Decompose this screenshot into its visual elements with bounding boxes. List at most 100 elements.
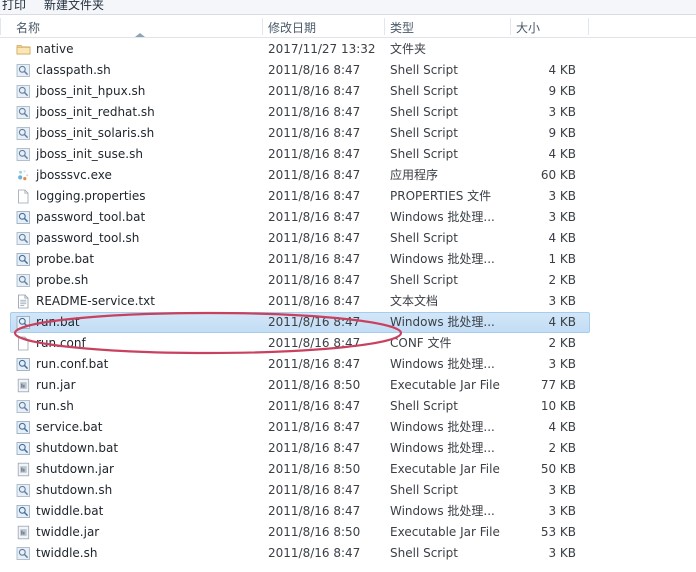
file-size: 2 KB	[548, 336, 576, 350]
file-row[interactable]: README-service.txt 2011/8/16 8:47 文本文档 3 KB	[0, 291, 696, 312]
batch-file-icon	[16, 441, 31, 456]
column-header-size[interactable]: 大小	[516, 19, 540, 36]
file-size: 3 KB	[548, 546, 576, 560]
file-size: 50 KB	[540, 462, 576, 476]
file-date-modified: 2011/8/16 8:50	[268, 462, 361, 476]
file-name: shutdown.jar	[36, 462, 114, 476]
file-name: jboss_init_suse.sh	[36, 147, 143, 161]
column-header-date-modified[interactable]: 修改日期	[268, 19, 316, 36]
file-row[interactable]: shutdown.sh 2011/8/16 8:47 Shell Script 3 K…	[0, 480, 696, 501]
file-name: twiddle.sh	[36, 546, 98, 560]
file-date-modified: 2011/8/16 8:47	[268, 336, 361, 350]
file-row[interactable]: probe.sh 2011/8/16 8:47 Shell Script 2 KB	[0, 270, 696, 291]
file-date-modified: 2011/8/16 8:50	[268, 525, 361, 539]
file-size: 2 KB	[548, 441, 576, 455]
column-divider[interactable]	[588, 18, 589, 35]
new-folder-button[interactable]: 新建文件夹	[44, 0, 104, 13]
file-list[interactable]: native 2017/11/27 13:32 文件夹 classpath.sh 201…	[0, 39, 696, 572]
file-type: Shell Script	[390, 84, 458, 98]
file-name: jbosssvc.exe	[36, 168, 112, 182]
file-row[interactable]: password_tool.bat 2011/8/16 8:47 Windows 批…	[0, 207, 696, 228]
file-row[interactable]: shutdown.bat 2011/8/16 8:47 Windows 批处理...…	[0, 438, 696, 459]
file-name: run.sh	[36, 399, 74, 413]
file-date-modified: 2011/8/16 8:50	[268, 378, 361, 392]
file-name: run.conf	[36, 336, 86, 350]
file-size: 3 KB	[548, 357, 576, 371]
shell-script-icon	[16, 273, 31, 288]
file-row[interactable]: shutdown.jar 2011/8/16 8:50 Executable Jar…	[0, 459, 696, 480]
file-row[interactable]: jboss_init_solaris.sh 2011/8/16 8:47 Shell…	[0, 123, 696, 144]
file-size: 9 KB	[548, 84, 576, 98]
file-row[interactable]: jboss_init_suse.sh 2011/8/16 8:47 Shell Sc…	[0, 144, 696, 165]
file-name: run.conf.bat	[36, 357, 109, 371]
file-row[interactable]: run.sh 2011/8/16 8:47 Shell Script 10 KB	[0, 396, 696, 417]
file-row[interactable]: run.jar 2011/8/16 8:50 Executable Jar File…	[0, 375, 696, 396]
text-document-icon	[16, 294, 31, 309]
file-type: Shell Script	[390, 63, 458, 77]
shell-script-icon	[16, 399, 31, 414]
file-type: 文件夹	[390, 42, 427, 56]
file-date-modified: 2011/8/16 8:47	[268, 189, 361, 203]
file-date-modified: 2017/11/27 13:32	[268, 42, 376, 56]
file-row[interactable]: logging.properties 2011/8/16 8:47 PROPERTI…	[0, 186, 696, 207]
column-header-type[interactable]: 类型	[390, 19, 414, 36]
shell-script-icon	[16, 546, 31, 561]
file-type: Shell Script	[390, 126, 458, 140]
file-size: 3 KB	[548, 105, 576, 119]
file-row[interactable]: jbosssvc.exe 2011/8/16 8:47 应用程序 60 KB	[0, 165, 696, 186]
file-row[interactable]: twiddle.sh 2011/8/16 8:47 Shell Script 3 KB	[0, 543, 696, 564]
file-row[interactable]: probe.bat 2011/8/16 8:47 Windows 批处理... 1 K…	[0, 249, 696, 270]
file-size: 3 KB	[548, 189, 576, 203]
column-header-name[interactable]: 名称	[16, 19, 40, 36]
file-name: twiddle.jar	[36, 525, 100, 539]
shell-script-icon	[16, 105, 31, 120]
explorer-toolbar: 打印 新建文件夹	[0, 0, 696, 15]
file-date-modified: 2011/8/16 8:47	[268, 294, 361, 308]
file-name: probe.sh	[36, 273, 89, 287]
file-row[interactable]: native 2017/11/27 13:32 文件夹	[0, 39, 696, 60]
file-row[interactable]: jboss_init_hpux.sh 2011/8/16 8:47 Shell Sc…	[0, 81, 696, 102]
file-size: 4 KB	[548, 63, 576, 77]
file-row[interactable]: classpath.sh 2011/8/16 8:47 Shell Script 4 …	[0, 60, 696, 81]
column-header-row: 名称 修改日期 类型 大小	[0, 15, 696, 38]
file-date-modified: 2011/8/16 8:47	[268, 252, 361, 266]
file-row[interactable]: service.bat 2011/8/16 8:47 Windows 批处理... 4…	[0, 417, 696, 438]
blank-document-icon	[16, 336, 31, 351]
file-size: 4 KB	[548, 315, 576, 329]
file-row[interactable]: run.conf.bat 2011/8/16 8:47 Windows 批处理...…	[0, 354, 696, 375]
file-name: run.bat	[36, 315, 80, 329]
file-type: Shell Script	[390, 273, 458, 287]
file-size: 4 KB	[548, 420, 576, 434]
column-divider[interactable]	[0, 18, 1, 35]
file-type: Shell Script	[390, 399, 458, 413]
file-size: 3 KB	[548, 210, 576, 224]
file-row[interactable]: twiddle.bat 2011/8/16 8:47 Windows 批处理... 3…	[0, 501, 696, 522]
batch-file-icon	[16, 420, 31, 435]
file-row[interactable]: twiddle.jar 2011/8/16 8:50 Executable Jar …	[0, 522, 696, 543]
file-size: 2 KB	[548, 273, 576, 287]
file-name: jboss_init_redhat.sh	[36, 105, 155, 119]
file-row[interactable]: password_tool.sh 2011/8/16 8:47 Shell Scri…	[0, 228, 696, 249]
file-date-modified: 2011/8/16 8:47	[268, 546, 361, 560]
shell-script-icon	[16, 147, 31, 162]
file-size: 10 KB	[540, 399, 576, 413]
file-name: password_tool.bat	[36, 210, 146, 224]
file-type: 应用程序	[390, 168, 439, 182]
column-divider[interactable]	[262, 18, 263, 35]
file-date-modified: 2011/8/16 8:47	[268, 63, 361, 77]
print-button[interactable]: 打印	[2, 0, 26, 13]
column-divider[interactable]	[510, 18, 511, 35]
file-date-modified: 2011/8/16 8:47	[268, 483, 361, 497]
file-date-modified: 2011/8/16 8:47	[268, 126, 361, 140]
file-date-modified: 2011/8/16 8:47	[268, 315, 361, 329]
column-divider[interactable]	[384, 18, 385, 35]
file-type: 文本文档	[390, 294, 439, 308]
file-row-selected[interactable]: run.bat 2011/8/16 8:47 Windows 批处理... 4 KB	[0, 312, 696, 333]
file-size: 9 KB	[548, 126, 576, 140]
file-type: Shell Script	[390, 483, 458, 497]
batch-file-icon	[16, 252, 31, 267]
application-icon	[16, 168, 31, 183]
file-row[interactable]: run.conf 2011/8/16 8:47 CONF 文件 2 KB	[0, 333, 696, 354]
file-size: 60 KB	[540, 168, 576, 182]
file-row[interactable]: jboss_init_redhat.sh 2011/8/16 8:47 Shell …	[0, 102, 696, 123]
